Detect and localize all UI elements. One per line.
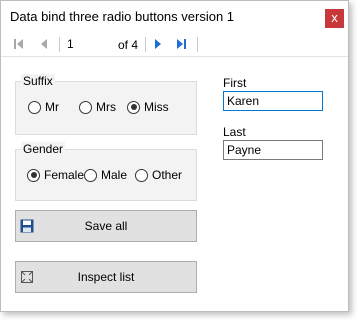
suffix-group-label: Suffix	[21, 74, 55, 88]
radio-other[interactable]: Other	[135, 167, 182, 183]
radio-miss-label: Miss	[144, 100, 169, 114]
gender-group: Gender Female Male Other	[15, 142, 197, 201]
count-label: of 4	[118, 38, 139, 52]
binding-navigator: 1 of 4	[1, 32, 348, 57]
floppy-disk-icon	[20, 219, 34, 233]
radio-mrs-circle[interactable]	[79, 100, 92, 114]
radio-miss[interactable]: Miss	[127, 99, 169, 115]
last-name-label: Last	[223, 125, 246, 139]
save-all-button[interactable]: Save all	[15, 210, 197, 242]
close-button[interactable]: x	[325, 9, 344, 28]
radio-female-circle[interactable]	[27, 168, 40, 182]
move-first-icon[interactable]	[11, 36, 27, 52]
first-name-label: First	[223, 76, 247, 90]
radio-female[interactable]: Female	[27, 167, 84, 183]
radio-other-circle[interactable]	[135, 168, 148, 182]
radio-mr-label: Mr	[45, 100, 59, 114]
suffix-group: Suffix Mr Mrs Miss	[15, 74, 197, 135]
move-next-icon[interactable]	[150, 36, 166, 52]
radio-male-circle[interactable]	[84, 168, 97, 182]
first-name-field[interactable]: Karen	[223, 91, 323, 111]
radio-mrs[interactable]: Mrs	[79, 99, 116, 115]
inspect-icon	[21, 271, 33, 283]
move-last-icon[interactable]	[173, 36, 189, 52]
last-name-field[interactable]: Payne	[223, 140, 323, 160]
gender-group-label: Gender	[21, 142, 66, 156]
radio-mr-circle[interactable]	[28, 100, 41, 114]
radio-other-label: Other	[152, 168, 183, 182]
save-all-label: Save all	[84, 219, 128, 233]
position-input[interactable]: 1	[65, 35, 111, 53]
move-previous-icon[interactable]	[36, 36, 52, 52]
radio-male[interactable]: Male	[84, 167, 127, 183]
radio-male-label: Male	[101, 168, 128, 182]
title-bar: Data bind three radio buttons version 1 …	[1, 1, 348, 32]
window-title: Data bind three radio buttons version 1	[10, 9, 235, 24]
radio-mrs-label: Mrs	[96, 100, 116, 114]
inspect-list-button[interactable]: Inspect list	[15, 261, 197, 293]
nav-separator	[145, 37, 146, 52]
radio-mr[interactable]: Mr	[28, 99, 59, 115]
radio-miss-circle[interactable]	[127, 100, 140, 114]
radio-female-label: Female	[44, 168, 85, 182]
nav-separator	[197, 37, 198, 52]
inspect-list-label: Inspect list	[77, 270, 135, 284]
app-window: Data bind three radio buttons version 1 …	[0, 0, 349, 312]
nav-separator	[59, 37, 60, 52]
